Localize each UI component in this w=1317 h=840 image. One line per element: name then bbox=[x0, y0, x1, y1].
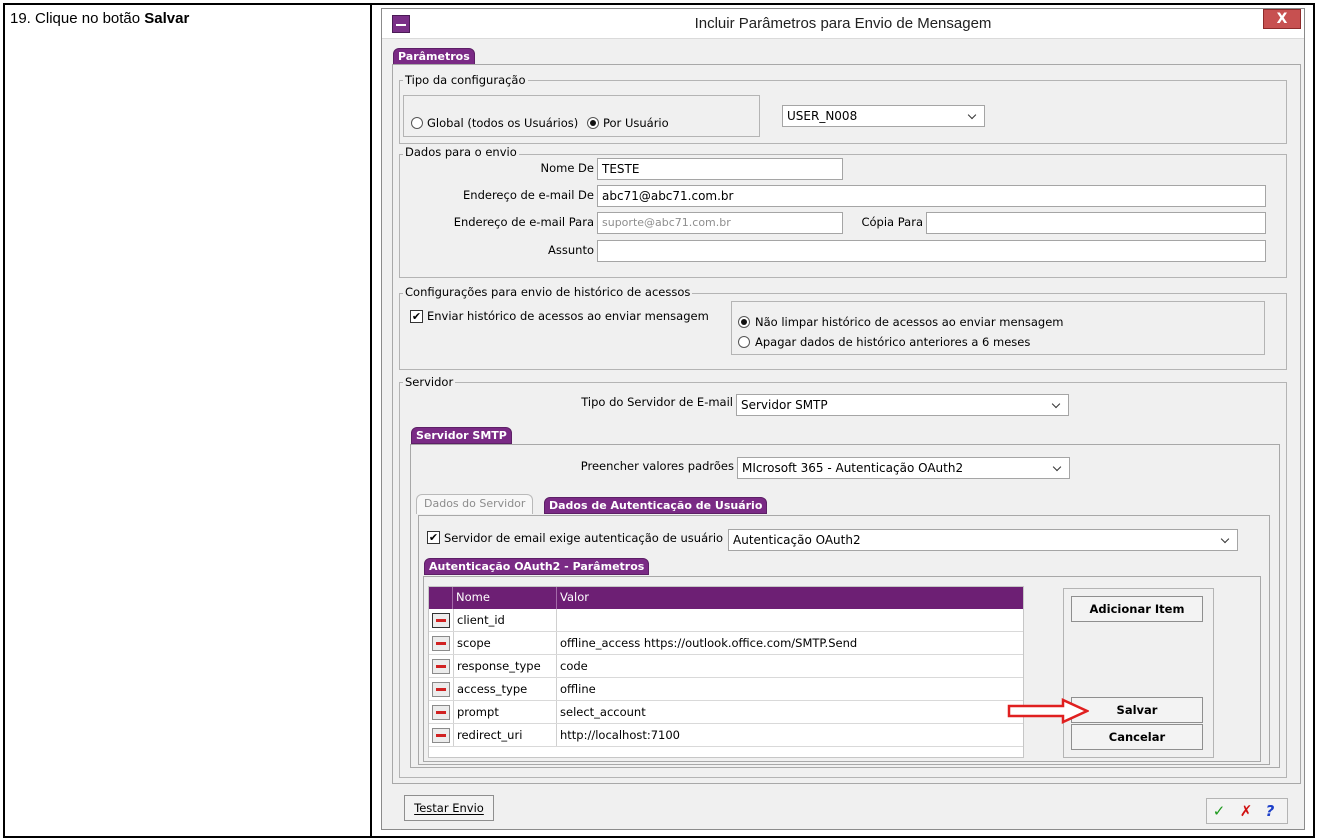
table-divider bbox=[370, 3, 372, 838]
email-para-label: Endereço de e-mail Para bbox=[453, 215, 594, 229]
adicionar-item-button[interactable]: Adicionar Item bbox=[1071, 596, 1203, 622]
cell-nome[interactable]: access_type bbox=[453, 678, 557, 700]
table-row[interactable]: prompt select_account bbox=[429, 701, 1023, 724]
help-icon[interactable]: ? bbox=[1261, 803, 1279, 821]
testar-envio-label: Testar Envio bbox=[414, 801, 484, 815]
radio-global[interactable] bbox=[411, 117, 423, 129]
nome-de-field[interactable]: TESTE bbox=[597, 158, 843, 180]
cell-nome[interactable]: prompt bbox=[453, 701, 557, 723]
dados-envio-legend: Dados para o envio bbox=[403, 145, 519, 159]
annotation-arrow-icon bbox=[1007, 698, 1089, 724]
radio-apagar[interactable] bbox=[738, 336, 750, 348]
tipo-servidor-label: Tipo do Servidor de E-mail bbox=[581, 395, 733, 409]
table-row[interactable]: scope offline_access https://outlook.off… bbox=[429, 632, 1023, 655]
table-row[interactable]: client_id bbox=[429, 609, 1023, 632]
window-title: Incluir Parâmetros para Envio de Mensage… bbox=[694, 15, 992, 32]
cancelar-button[interactable]: Cancelar bbox=[1071, 724, 1203, 750]
exige-auth-checkbox[interactable]: ✔ bbox=[427, 531, 440, 544]
tab-dados-servidor[interactable]: Dados do Servidor bbox=[416, 494, 534, 514]
email-de-field[interactable]: abc71@abc71.com.br bbox=[597, 185, 1266, 207]
tab-oauth2-params[interactable]: Autenticação OAuth2 - Parâmetros bbox=[424, 558, 650, 575]
radio-nao-limpar-label: Não limpar histórico de acessos ao envia… bbox=[755, 315, 1064, 329]
enviar-historico-checkbox[interactable]: ✔ bbox=[410, 310, 423, 323]
assunto-label: Assunto bbox=[548, 243, 594, 257]
cell-valor[interactable] bbox=[557, 609, 1023, 631]
delete-row-icon[interactable] bbox=[432, 705, 450, 720]
cell-nome[interactable]: response_type bbox=[453, 655, 557, 677]
params-grid: Nome Valor client_id scope offline_acces… bbox=[428, 586, 1024, 758]
preencher-select[interactable]: MIcrosoft 365 - Autenticação OAuth2 bbox=[737, 457, 1070, 479]
delete-row-icon[interactable] bbox=[432, 636, 450, 651]
cell-nome[interactable]: redirect_uri bbox=[453, 724, 557, 746]
salvar-button[interactable]: Salvar bbox=[1071, 697, 1203, 723]
cell-valor[interactable]: offline_access https://outlook.office.co… bbox=[557, 632, 1023, 654]
cell-valor[interactable]: code bbox=[557, 655, 1023, 677]
cell-valor[interactable]: select_account bbox=[557, 701, 1023, 723]
cell-valor[interactable]: http://localhost:7100 bbox=[557, 724, 1023, 746]
radio-nao-limpar[interactable] bbox=[738, 316, 750, 328]
auth-type-select[interactable]: Autenticação OAuth2 bbox=[728, 529, 1238, 551]
delete-row-icon[interactable] bbox=[432, 659, 450, 674]
close-button[interactable]: X bbox=[1263, 9, 1301, 29]
user-select[interactable]: USER_N008 bbox=[782, 105, 985, 127]
delete-row-icon[interactable] bbox=[432, 613, 450, 628]
x-icon[interactable]: ✗ bbox=[1237, 803, 1255, 821]
cell-valor[interactable]: offline bbox=[557, 678, 1023, 700]
tab-parametros[interactable]: Parâmetros bbox=[393, 48, 475, 65]
nome-de-label: Nome De bbox=[540, 161, 594, 175]
enviar-historico-label: Enviar histórico de acessos ao enviar me… bbox=[427, 309, 709, 323]
table-row[interactable]: redirect_uri http://localhost:7100 bbox=[429, 724, 1023, 747]
tipo-servidor-select[interactable]: Servidor SMTP bbox=[736, 394, 1069, 416]
step-instruction: 19. Clique no botão Salvar bbox=[10, 10, 189, 27]
step-number: 19. bbox=[10, 10, 31, 27]
email-de-label: Endereço de e-mail De bbox=[463, 188, 594, 202]
radio-por-usuario[interactable] bbox=[587, 117, 599, 129]
assunto-field[interactable] bbox=[597, 240, 1266, 262]
cell-nome[interactable]: scope bbox=[453, 632, 557, 654]
radio-por-usuario-label: Por Usuário bbox=[603, 116, 669, 130]
testar-envio-button[interactable]: Testar Envio bbox=[404, 795, 494, 821]
grid-header-row: Nome Valor bbox=[429, 587, 1023, 609]
column-header-nome[interactable]: Nome bbox=[453, 587, 557, 609]
email-para-field[interactable]: suporte@abc71.com.br bbox=[597, 212, 843, 234]
delete-row-icon[interactable] bbox=[432, 682, 450, 697]
check-icon[interactable]: ✓ bbox=[1210, 803, 1228, 821]
tab-dados-autenticacao[interactable]: Dados de Autenticação de Usuário bbox=[544, 497, 768, 514]
servidor-legend: Servidor bbox=[403, 375, 456, 389]
table-row[interactable]: access_type offline bbox=[429, 678, 1023, 701]
column-header-valor[interactable]: Valor bbox=[557, 587, 1023, 609]
tipo-config-legend: Tipo da configuração bbox=[403, 73, 528, 87]
copia-para-label: Cópia Para bbox=[861, 215, 923, 229]
cell-nome[interactable]: client_id bbox=[453, 609, 557, 631]
delete-row-icon[interactable] bbox=[432, 728, 450, 743]
preencher-label: Preencher valores padrões bbox=[580, 459, 734, 473]
historico-legend: Configurações para envio de histórico de… bbox=[403, 285, 693, 299]
tab-servidor-smtp[interactable]: Servidor SMTP bbox=[411, 427, 512, 444]
step-text: Clique no botão bbox=[35, 10, 141, 27]
grid-header-corner bbox=[429, 587, 453, 609]
copia-para-field[interactable] bbox=[926, 212, 1266, 234]
table-row[interactable]: response_type code bbox=[429, 655, 1023, 678]
exige-auth-label: Servidor de email exige autenticação de … bbox=[444, 531, 724, 545]
step-target: Salvar bbox=[144, 10, 190, 27]
radio-apagar-label: Apagar dados de histórico anteriores a 6… bbox=[755, 335, 1031, 349]
radio-global-label: Global (todos os Usuários) bbox=[427, 116, 579, 130]
